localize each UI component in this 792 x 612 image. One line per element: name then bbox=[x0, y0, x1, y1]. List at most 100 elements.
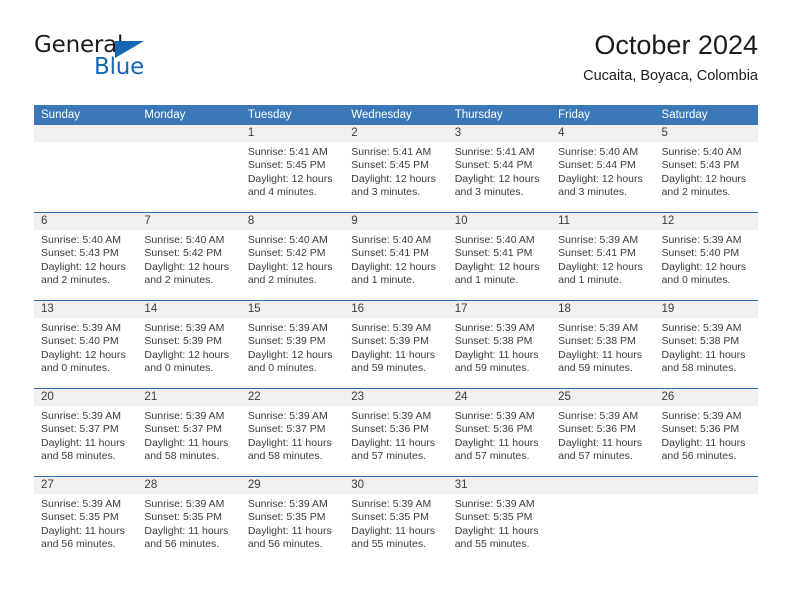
daylight-text: Daylight: 12 hours bbox=[41, 348, 126, 361]
day-cell-20[interactable]: 20 Sunrise: 5:39 AM Sunset: 5:37 PM Dayligh… bbox=[34, 389, 138, 476]
day-number bbox=[551, 477, 655, 494]
day-cell-24[interactable]: 24 Sunrise: 5:39 AM Sunset: 5:36 PM Dayligh… bbox=[447, 389, 552, 476]
day-cell-1[interactable]: 1 Sunrise: 5:41 AM Sunset: 5:45 PM Daylight… bbox=[240, 125, 345, 212]
sunrise-text: Sunrise: 5:39 AM bbox=[144, 410, 225, 422]
sunrise-text: Sunrise: 5:39 AM bbox=[351, 322, 432, 334]
day-details: Sunrise: 5:39 AM Sunset: 5:37 PM Daylight:… bbox=[34, 406, 137, 464]
sunset-text: Sunset: 5:38 PM bbox=[454, 335, 533, 348]
day-number: 29 bbox=[240, 477, 345, 494]
daylight-text: Daylight: 11 hours bbox=[247, 524, 332, 537]
daylight-text: Daylight: 12 hours bbox=[144, 260, 230, 273]
sunset-text: Sunset: 5:37 PM bbox=[41, 423, 119, 436]
daylight-text: and 57 minutes. bbox=[558, 450, 633, 463]
day-number: 31 bbox=[447, 477, 552, 494]
weekday-header-thursday: Thursday bbox=[454, 109, 503, 121]
sunset-text: Sunset: 5:37 PM bbox=[247, 423, 326, 436]
weekday-header-friday: Friday bbox=[558, 109, 591, 121]
day-cell-13[interactable]: 13 Sunrise: 5:39 AM Sunset: 5:40 PM Dayligh… bbox=[34, 301, 138, 388]
weekday-header-tuesday: Tuesday bbox=[247, 109, 292, 121]
day-cell-8[interactable]: 8 Sunrise: 5:40 AM Sunset: 5:42 PM Daylight… bbox=[240, 213, 345, 300]
day-details: Sunrise: 5:39 AM Sunset: 5:40 PM Daylight:… bbox=[655, 230, 758, 288]
day-cell-9[interactable]: 9 Sunrise: 5:40 AM Sunset: 5:41 PM Daylight… bbox=[344, 213, 448, 300]
sunrise-text: Sunrise: 5:40 AM bbox=[351, 234, 432, 246]
day-cell-16[interactable]: 16 Sunrise: 5:39 AM Sunset: 5:39 PM Dayligh… bbox=[344, 301, 448, 388]
day-details: Sunrise: 5:41 AM Sunset: 5:45 PM Daylight:… bbox=[241, 142, 344, 200]
day-cell-28[interactable]: 28 Sunrise: 5:39 AM Sunset: 5:35 PM Dayligh… bbox=[137, 477, 241, 564]
sunset-text: Sunset: 5:36 PM bbox=[351, 423, 429, 436]
sunset-text: Sunset: 5:40 PM bbox=[41, 335, 119, 348]
day-cell-10[interactable]: 10 Sunrise: 5:40 AM Sunset: 5:41 PM Dayligh… bbox=[447, 213, 552, 300]
sunset-text: Sunset: 5:43 PM bbox=[41, 247, 119, 260]
day-cell-4[interactable]: 4 Sunrise: 5:40 AM Sunset: 5:44 PM Daylight… bbox=[551, 125, 655, 212]
day-cell-22[interactable]: 22 Sunrise: 5:39 AM Sunset: 5:37 PM Dayligh… bbox=[240, 389, 345, 476]
sunrise-text: Sunrise: 5:40 AM bbox=[41, 234, 121, 246]
sunrise-text: Sunrise: 5:40 AM bbox=[558, 146, 639, 158]
sunrise-text: Sunrise: 5:39 AM bbox=[144, 322, 225, 334]
day-cell-12[interactable]: 12 Sunrise: 5:39 AM Sunset: 5:40 PM Dayligh… bbox=[654, 213, 758, 300]
day-cell-25[interactable]: 25 Sunrise: 5:39 AM Sunset: 5:36 PM Dayligh… bbox=[551, 389, 655, 476]
day-cell-14[interactable]: 14 Sunrise: 5:39 AM Sunset: 5:39 PM Dayligh… bbox=[137, 301, 241, 388]
daylight-text: Daylight: 12 hours bbox=[351, 172, 436, 185]
day-number: 22 bbox=[240, 389, 345, 406]
daylight-text: Daylight: 12 hours bbox=[558, 260, 643, 273]
daylight-text: and 0 minutes. bbox=[247, 362, 317, 375]
daylight-text: and 0 minutes. bbox=[41, 362, 110, 375]
daylight-text: and 57 minutes. bbox=[351, 450, 426, 463]
daylight-text: Daylight: 12 hours bbox=[247, 260, 333, 273]
day-cell-23[interactable]: 23 Sunrise: 5:39 AM Sunset: 5:36 PM Dayligh… bbox=[344, 389, 448, 476]
day-details: Sunrise: 5:40 AM Sunset: 5:43 PM Daylight:… bbox=[34, 230, 137, 288]
sunset-text: Sunset: 5:41 PM bbox=[351, 247, 429, 260]
sunset-text: Sunset: 5:36 PM bbox=[454, 423, 533, 436]
daylight-text: and 55 minutes. bbox=[351, 538, 426, 551]
calendar-week-row: 6 Sunrise: 5:40 AM Sunset: 5:43 PM Daylight… bbox=[34, 212, 758, 300]
day-details: Sunrise: 5:40 AM Sunset: 5:41 PM Daylight:… bbox=[344, 230, 447, 288]
day-cell-21[interactable]: 21 Sunrise: 5:39 AM Sunset: 5:37 PM Dayligh… bbox=[137, 389, 241, 476]
day-cell-31[interactable]: 31 Sunrise: 5:39 AM Sunset: 5:35 PM Dayligh… bbox=[447, 477, 552, 564]
daylight-text: and 58 minutes. bbox=[661, 362, 737, 375]
daylight-text: and 2 minutes. bbox=[41, 274, 110, 287]
day-cell-empty bbox=[551, 477, 655, 564]
day-cell-26[interactable]: 26 Sunrise: 5:39 AM Sunset: 5:36 PM Dayligh… bbox=[654, 389, 758, 476]
day-number: 17 bbox=[447, 301, 552, 318]
day-details: Sunrise: 5:39 AM Sunset: 5:36 PM Daylight:… bbox=[551, 406, 654, 464]
day-number: 8 bbox=[240, 213, 345, 230]
daylight-text: and 2 minutes. bbox=[661, 186, 731, 199]
daylight-text: Daylight: 11 hours bbox=[144, 436, 229, 449]
day-cell-19[interactable]: 19 Sunrise: 5:39 AM Sunset: 5:38 PM Dayligh… bbox=[654, 301, 758, 388]
day-cell-11[interactable]: 11 Sunrise: 5:39 AM Sunset: 5:41 PM Dayligh… bbox=[551, 213, 655, 300]
general-blue-logo[interactable]: General Blue bbox=[34, 32, 234, 88]
day-cell-2[interactable]: 2 Sunrise: 5:41 AM Sunset: 5:45 PM Daylight… bbox=[344, 125, 448, 212]
day-cell-15[interactable]: 15 Sunrise: 5:39 AM Sunset: 5:39 PM Dayligh… bbox=[240, 301, 345, 388]
sunset-text: Sunset: 5:42 PM bbox=[247, 247, 326, 260]
day-cell-6[interactable]: 6 Sunrise: 5:40 AM Sunset: 5:43 PM Daylight… bbox=[34, 213, 138, 300]
day-cell-29[interactable]: 29 Sunrise: 5:39 AM Sunset: 5:35 PM Dayligh… bbox=[240, 477, 345, 564]
day-number: 25 bbox=[551, 389, 655, 406]
daylight-text: and 58 minutes. bbox=[41, 450, 116, 463]
day-cell-30[interactable]: 30 Sunrise: 5:39 AM Sunset: 5:35 PM Dayligh… bbox=[344, 477, 448, 564]
day-cell-5[interactable]: 5 Sunrise: 5:40 AM Sunset: 5:43 PM Daylight… bbox=[654, 125, 758, 212]
weekday-header-row: Sunday Monday Tuesday Wednesday Thursday Frid… bbox=[34, 105, 758, 125]
calendar-weeks: 1 Sunrise: 5:41 AM Sunset: 5:45 PM Daylight… bbox=[34, 125, 758, 564]
weekday-header-sunday: Sunday bbox=[41, 109, 81, 121]
daylight-text: and 3 minutes. bbox=[558, 186, 627, 199]
daylight-text: and 3 minutes. bbox=[351, 186, 421, 199]
sunset-text: Sunset: 5:45 PM bbox=[351, 159, 429, 172]
day-cell-7[interactable]: 7 Sunrise: 5:40 AM Sunset: 5:42 PM Daylight… bbox=[137, 213, 241, 300]
day-details: Sunrise: 5:39 AM Sunset: 5:36 PM Daylight:… bbox=[448, 406, 551, 464]
day-details: Sunrise: 5:39 AM Sunset: 5:37 PM Daylight:… bbox=[137, 406, 240, 464]
day-details: Sunrise: 5:39 AM Sunset: 5:36 PM Daylight:… bbox=[655, 406, 758, 464]
sunrise-text: Sunrise: 5:39 AM bbox=[661, 322, 742, 334]
day-number: 1 bbox=[240, 125, 345, 142]
daylight-text: Daylight: 11 hours bbox=[41, 436, 125, 449]
day-cell-3[interactable]: 3 Sunrise: 5:41 AM Sunset: 5:44 PM Daylight… bbox=[447, 125, 552, 212]
day-details: Sunrise: 5:40 AM Sunset: 5:42 PM Daylight:… bbox=[137, 230, 240, 288]
day-cell-18[interactable]: 18 Sunrise: 5:39 AM Sunset: 5:38 PM Dayligh… bbox=[551, 301, 655, 388]
sunset-text: Sunset: 5:35 PM bbox=[41, 511, 119, 524]
sunset-text: Sunset: 5:38 PM bbox=[661, 335, 740, 348]
day-cell-27[interactable]: 27 Sunrise: 5:39 AM Sunset: 5:35 PM Dayligh… bbox=[34, 477, 138, 564]
day-cell-17[interactable]: 17 Sunrise: 5:39 AM Sunset: 5:38 PM Dayligh… bbox=[447, 301, 552, 388]
day-number: 18 bbox=[551, 301, 655, 318]
daylight-text: Daylight: 11 hours bbox=[351, 348, 436, 361]
daylight-text: Daylight: 11 hours bbox=[144, 524, 229, 537]
day-number: 20 bbox=[34, 389, 138, 406]
